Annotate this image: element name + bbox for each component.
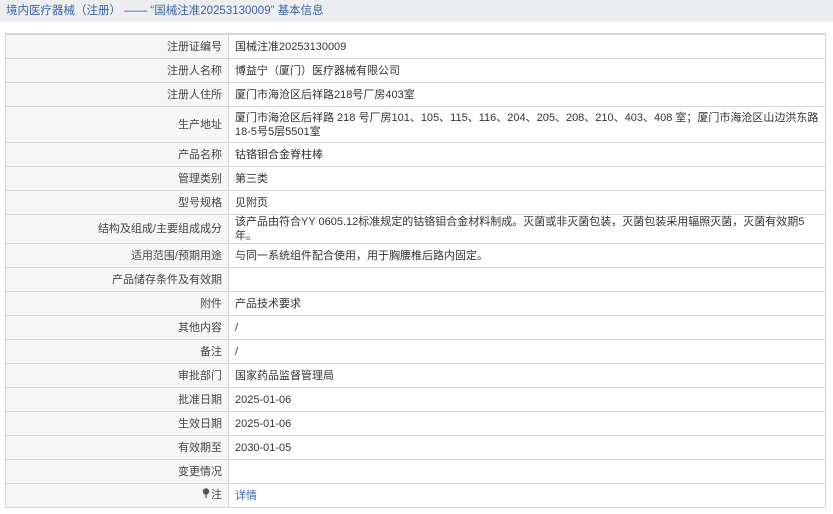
note-label-cell: 注 [5, 483, 229, 508]
table-row: 管理类别 第三类 [5, 166, 826, 191]
table-row: 生产地址 厦门市海沧区后祥路 218 号厂房101、105、115、116、20… [5, 106, 826, 143]
details-link[interactable]: 详情 [235, 490, 257, 502]
row-value: 钴铬钼合金脊柱棒 [228, 142, 826, 167]
row-value: 国家药品监督管理局 [228, 363, 826, 388]
table-row-note: 注 详情 [5, 483, 826, 508]
row-label: 注册证编号 [5, 34, 229, 59]
row-label: 批准日期 [5, 387, 229, 412]
row-label: 变更情况 [5, 459, 229, 484]
table-row: 附件 产品技术要求 [5, 291, 826, 316]
row-label: 型号规格 [5, 190, 229, 215]
table-row: 注册人名称 博益宁（厦门）医疗器械有限公司 [5, 58, 826, 83]
table-row: 变更情况 [5, 459, 826, 484]
table-row: 产品储存条件及有效期 [5, 267, 826, 292]
row-label: 管理类别 [5, 166, 229, 191]
detail-table: 注册证编号 国械注准20253130009 注册人名称 博益宁（厦门）医疗器械有… [5, 34, 826, 508]
note-label: 注 [211, 489, 222, 501]
breadcrumb-separator: —— [124, 5, 148, 17]
pin-icon [202, 488, 210, 503]
page-header: 境内医疗器械（注册） —— “国械注准20253130009” 基本信息 [0, 0, 833, 22]
row-label: 结构及组成/主要组成成分 [5, 214, 229, 244]
table-row: 批准日期 2025-01-06 [5, 387, 826, 412]
table-row: 结构及组成/主要组成成分 该产品由符合YY 0605.12标准规定的钴铬钼合金材… [5, 214, 826, 244]
record-title: “国械注准20253130009” [150, 5, 275, 17]
table-row: 型号规格 见附页 [5, 190, 826, 215]
row-label: 有效期至 [5, 435, 229, 460]
table-row: 有效期至 2030-01-05 [5, 435, 826, 460]
row-value: 产品技术要求 [228, 291, 826, 316]
table-row: 产品名称 钴铬钼合金脊柱棒 [5, 142, 826, 167]
row-label: 其他内容 [5, 315, 229, 340]
table-row: 适用范围/预期用途 与同一系统组件配合使用，用于胸腰椎后路内固定。 [5, 243, 826, 268]
table-row: 审批部门 国家药品监督管理局 [5, 363, 826, 388]
row-label: 注册人住所 [5, 82, 229, 107]
row-label: 产品名称 [5, 142, 229, 167]
table-row: 其他内容 / [5, 315, 826, 340]
row-value: 该产品由符合YY 0605.12标准规定的钴铬钼合金材料制成。灭菌或非灭菌包装，… [228, 214, 826, 244]
row-label: 注册人名称 [5, 58, 229, 83]
row-label: 附件 [5, 291, 229, 316]
row-value: 与同一系统组件配合使用，用于胸腰椎后路内固定。 [228, 243, 826, 268]
table-row: 备注 / [5, 339, 826, 364]
row-value: 2025-01-06 [228, 411, 826, 436]
row-value [228, 267, 826, 292]
row-value: 2025-01-06 [228, 387, 826, 412]
row-label: 生效日期 [5, 411, 229, 436]
row-value: / [228, 315, 826, 340]
row-label: 产品储存条件及有效期 [5, 267, 229, 292]
row-label: 生产地址 [5, 106, 229, 143]
table-row: 生效日期 2025-01-06 [5, 411, 826, 436]
row-value: 博益宁（厦门）医疗器械有限公司 [228, 58, 826, 83]
row-value: / [228, 339, 826, 364]
row-value: 国械注准20253130009 [228, 34, 826, 59]
breadcrumb-category[interactable]: 境内医疗器械（注册） [6, 5, 121, 17]
table-row: 注册人住所 厦门市海沧区后祥路218号厂房403室 [5, 82, 826, 107]
row-label: 备注 [5, 339, 229, 364]
row-value: 厦门市海沧区后祥路218号厂房403室 [228, 82, 826, 107]
row-label: 审批部门 [5, 363, 229, 388]
row-value [228, 459, 826, 484]
row-value: 2030-01-05 [228, 435, 826, 460]
header-suffix: 基本信息 [277, 5, 324, 17]
row-value: 见附页 [228, 190, 826, 215]
row-value: 厦门市海沧区后祥路 218 号厂房101、105、115、116、204、205… [228, 106, 826, 143]
note-value-cell: 详情 [228, 483, 826, 508]
table-row: 注册证编号 国械注准20253130009 [5, 34, 826, 59]
row-label: 适用范围/预期用途 [5, 243, 229, 268]
row-value: 第三类 [228, 166, 826, 191]
detail-card: 注册证编号 国械注准20253130009 注册人名称 博益宁（厦门）医疗器械有… [5, 33, 826, 508]
